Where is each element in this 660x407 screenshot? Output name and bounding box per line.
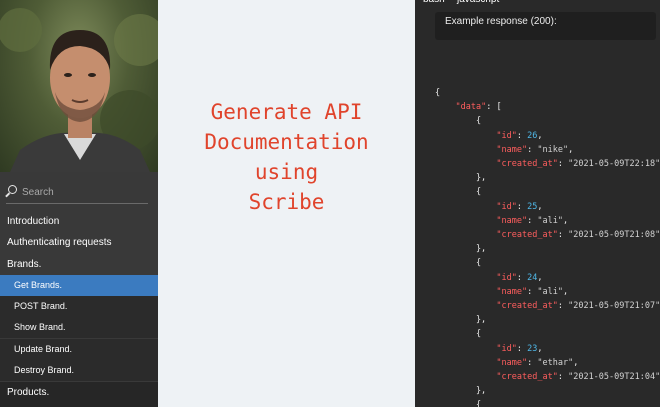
sidebar-item-products[interactable]: Products.: [0, 382, 158, 407]
headline-line: Scribe: [248, 190, 325, 214]
sidebar-item-update-brand[interactable]: Update Brand.: [0, 339, 158, 360]
sidebar-item-show-brand[interactable]: Show Brand.: [0, 317, 158, 338]
tab-javascript[interactable]: javascript: [457, 0, 499, 5]
search-icon: [8, 185, 17, 194]
sidebar-item-destroy-brand[interactable]: Destroy Brand.: [0, 360, 158, 381]
tab-bash[interactable]: bash: [423, 0, 445, 5]
headline-line: Documentation: [204, 130, 369, 154]
sidebar-item-authenticating-requests[interactable]: Authenticating requests: [0, 232, 158, 253]
sidebar-item-introduction[interactable]: Introduction: [0, 211, 158, 232]
author-photo: [0, 0, 158, 172]
sidebar-item-brands[interactable]: Brands.: [0, 254, 158, 275]
headline-line: Generate API: [210, 100, 363, 124]
sidebar-item-get-brands[interactable]: Get Brands.: [0, 275, 158, 296]
code-panel: bash javascript Example response (200): …: [415, 0, 660, 407]
response-json: { "data": [ { "id": 26, "name": "nike", …: [435, 88, 660, 407]
sidebar-item-post-brand[interactable]: POST Brand.: [0, 296, 158, 317]
search-input[interactable]: [20, 182, 149, 202]
example-response-header: Example response (200):: [435, 12, 656, 40]
page-headline: Generate API Documentation using Scribe: [158, 97, 415, 217]
headline-line: using: [254, 160, 319, 184]
title-panel: Generate API Documentation using Scribe: [158, 0, 415, 407]
search-bar[interactable]: [6, 181, 149, 204]
example-response-label: Example response (200):: [445, 16, 557, 27]
sidebar: Introduction Authenticating requests Bra…: [0, 0, 158, 407]
